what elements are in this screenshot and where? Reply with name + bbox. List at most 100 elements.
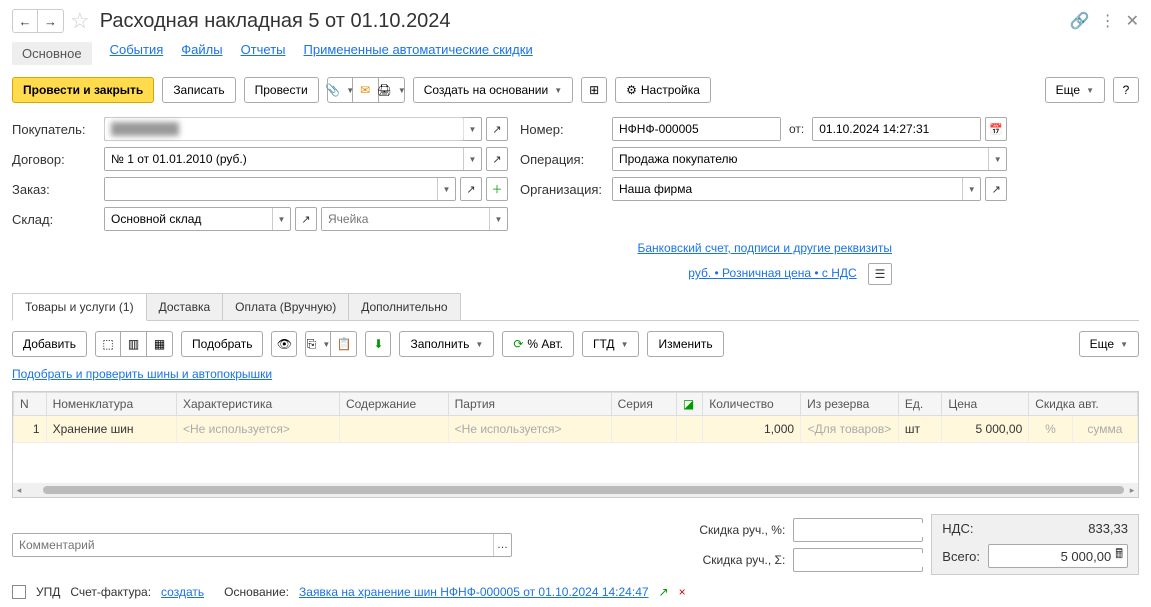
cell-content[interactable]: [339, 416, 448, 443]
col-nomenclature[interactable]: Номенклатура: [46, 393, 176, 416]
cell-input[interactable]: [322, 208, 489, 230]
number-input[interactable]: [613, 118, 780, 140]
col-qty[interactable]: Количество: [703, 393, 801, 416]
forward-button[interactable]: →: [38, 9, 64, 33]
org-open-button[interactable]: ↗: [985, 177, 1007, 201]
buyer-dropdown[interactable]: ▼: [463, 118, 481, 140]
cell-unit[interactable]: шт: [898, 416, 941, 443]
back-button[interactable]: ←: [12, 9, 38, 33]
col-content[interactable]: Содержание: [339, 393, 448, 416]
post-button[interactable]: Провести: [244, 77, 319, 103]
cell-flag[interactable]: [676, 416, 702, 443]
inner-tab-additional[interactable]: Дополнительно: [348, 293, 460, 320]
contract-open-button[interactable]: ↗: [486, 147, 508, 171]
attach-button[interactable]: 📎▼: [327, 77, 353, 103]
col-flag[interactable]: ◪: [676, 393, 702, 416]
order-input[interactable]: [105, 178, 437, 200]
tab-reports[interactable]: Отчеты: [241, 42, 286, 65]
inner-tab-delivery[interactable]: Доставка: [146, 293, 224, 320]
basis-clear-icon[interactable]: ×: [679, 585, 686, 599]
price-settings-button[interactable]: ☰: [868, 263, 892, 285]
tab-events[interactable]: События: [110, 42, 164, 65]
buyer-input[interactable]: [105, 118, 463, 140]
favorite-star-icon[interactable]: ☆: [70, 8, 90, 34]
org-dropdown[interactable]: ▼: [962, 178, 980, 200]
email-button[interactable]: ✉: [353, 77, 379, 103]
upd-checkbox[interactable]: [12, 585, 26, 599]
col-series[interactable]: Серия: [611, 393, 676, 416]
price-type-link[interactable]: руб. • Розничная цена • с НДС: [688, 266, 856, 280]
warehouse-input[interactable]: [105, 208, 272, 230]
col-characteristic[interactable]: Характеристика: [176, 393, 339, 416]
order-add-button[interactable]: ＋: [486, 177, 508, 201]
view-button[interactable]: 👁: [271, 331, 297, 357]
comment-input[interactable]: [13, 534, 493, 556]
cell-reserve[interactable]: <Для товаров>: [801, 416, 899, 443]
cell-n[interactable]: 1: [14, 416, 47, 443]
bank-details-link[interactable]: Банковский счет, подписи и другие реквиз…: [637, 241, 892, 255]
org-input[interactable]: [613, 178, 962, 200]
cell-characteristic[interactable]: <Не используется>: [176, 416, 339, 443]
fill-button[interactable]: Заполнить▼: [399, 331, 494, 357]
tire-check-link[interactable]: Подобрать и проверить шины и автопокрышк…: [12, 367, 272, 381]
cell-series[interactable]: [611, 416, 676, 443]
col-discount[interactable]: Скидка авт.: [1029, 393, 1138, 416]
post-and-close-button[interactable]: Провести и закрыть: [12, 77, 154, 103]
warehouse-dropdown[interactable]: ▼: [272, 208, 290, 230]
cell-price[interactable]: 5 000,00: [942, 416, 1029, 443]
invoice-create-link[interactable]: создать: [161, 585, 204, 599]
cell-discount-pct[interactable]: %: [1029, 416, 1072, 443]
operation-dropdown[interactable]: ▼: [988, 148, 1006, 170]
buyer-open-button[interactable]: ↗: [486, 117, 508, 141]
tab-discounts[interactable]: Примененные автоматические скидки: [304, 42, 533, 65]
save-button[interactable]: Записать: [162, 77, 235, 103]
basis-open-icon[interactable]: ↗: [659, 585, 669, 599]
create-based-button[interactable]: Создать на основании▼: [413, 77, 573, 103]
change-button[interactable]: Изменить: [647, 331, 723, 357]
operation-input[interactable]: [613, 148, 988, 170]
gtd-button[interactable]: ГТД▼: [582, 331, 639, 357]
comment-expand-button[interactable]: …: [493, 534, 511, 556]
cell-qty[interactable]: 1,000: [703, 416, 801, 443]
date-picker-button[interactable]: 📅: [985, 117, 1007, 141]
contract-dropdown[interactable]: ▼: [463, 148, 481, 170]
order-dropdown[interactable]: ▼: [437, 178, 455, 200]
cell-dropdown[interactable]: ▼: [489, 208, 507, 230]
tab-files[interactable]: Файлы: [181, 42, 222, 65]
add-row-button[interactable]: Добавить: [12, 331, 87, 357]
col-price[interactable]: Цена: [942, 393, 1029, 416]
close-button[interactable]: ✕: [1126, 11, 1139, 31]
structure-button[interactable]: ⊞: [581, 77, 607, 103]
date-input[interactable]: [813, 118, 980, 140]
basis-document-link[interactable]: Заявка на хранение шин НФНФ-000005 от 01…: [299, 585, 649, 599]
inner-tab-payment[interactable]: Оплата (Вручную): [222, 293, 349, 320]
kebab-menu-icon[interactable]: ⋮: [1100, 11, 1116, 31]
settings-button[interactable]: ⚙ Настройка: [615, 77, 711, 103]
import-button[interactable]: ⬇: [365, 331, 391, 357]
copy-button[interactable]: ⎘▼: [305, 331, 331, 357]
cell-nomenclature[interactable]: Хранение шин: [46, 416, 176, 443]
help-button[interactable]: ?: [1113, 77, 1139, 103]
table-row[interactable]: 1 Хранение шин <Не используется> <Не исп…: [14, 416, 1138, 443]
scan2-button[interactable]: ▦: [147, 331, 173, 357]
scan-button[interactable]: ▥: [121, 331, 147, 357]
order-open-button[interactable]: ↗: [460, 177, 482, 201]
print-button[interactable]: 🖨▼: [379, 77, 405, 103]
auto-pct-button[interactable]: ⟳ % Авт.: [502, 331, 574, 357]
col-batch[interactable]: Партия: [448, 393, 611, 416]
barcode-button[interactable]: ⬚: [95, 331, 121, 357]
horizontal-scrollbar[interactable]: ◂ ▸: [13, 483, 1138, 497]
paste-button[interactable]: 📋: [331, 331, 357, 357]
more-button[interactable]: Еще▼: [1045, 77, 1105, 103]
tab-main[interactable]: Основное: [12, 42, 92, 65]
col-unit[interactable]: Ед.: [898, 393, 941, 416]
col-reserve[interactable]: Из резерва: [801, 393, 899, 416]
cell-batch[interactable]: <Не используется>: [448, 416, 611, 443]
pick-button[interactable]: Подобрать: [181, 331, 263, 357]
link-icon[interactable]: 🔗: [1070, 11, 1090, 31]
inner-tab-goods[interactable]: Товары и услуги (1): [12, 293, 147, 321]
warehouse-open-button[interactable]: ↗: [295, 207, 317, 231]
total-calc-button[interactable]: 🖩: [1115, 545, 1123, 567]
cell-discount-sum[interactable]: сумма: [1072, 416, 1137, 443]
contract-input[interactable]: [105, 148, 463, 170]
